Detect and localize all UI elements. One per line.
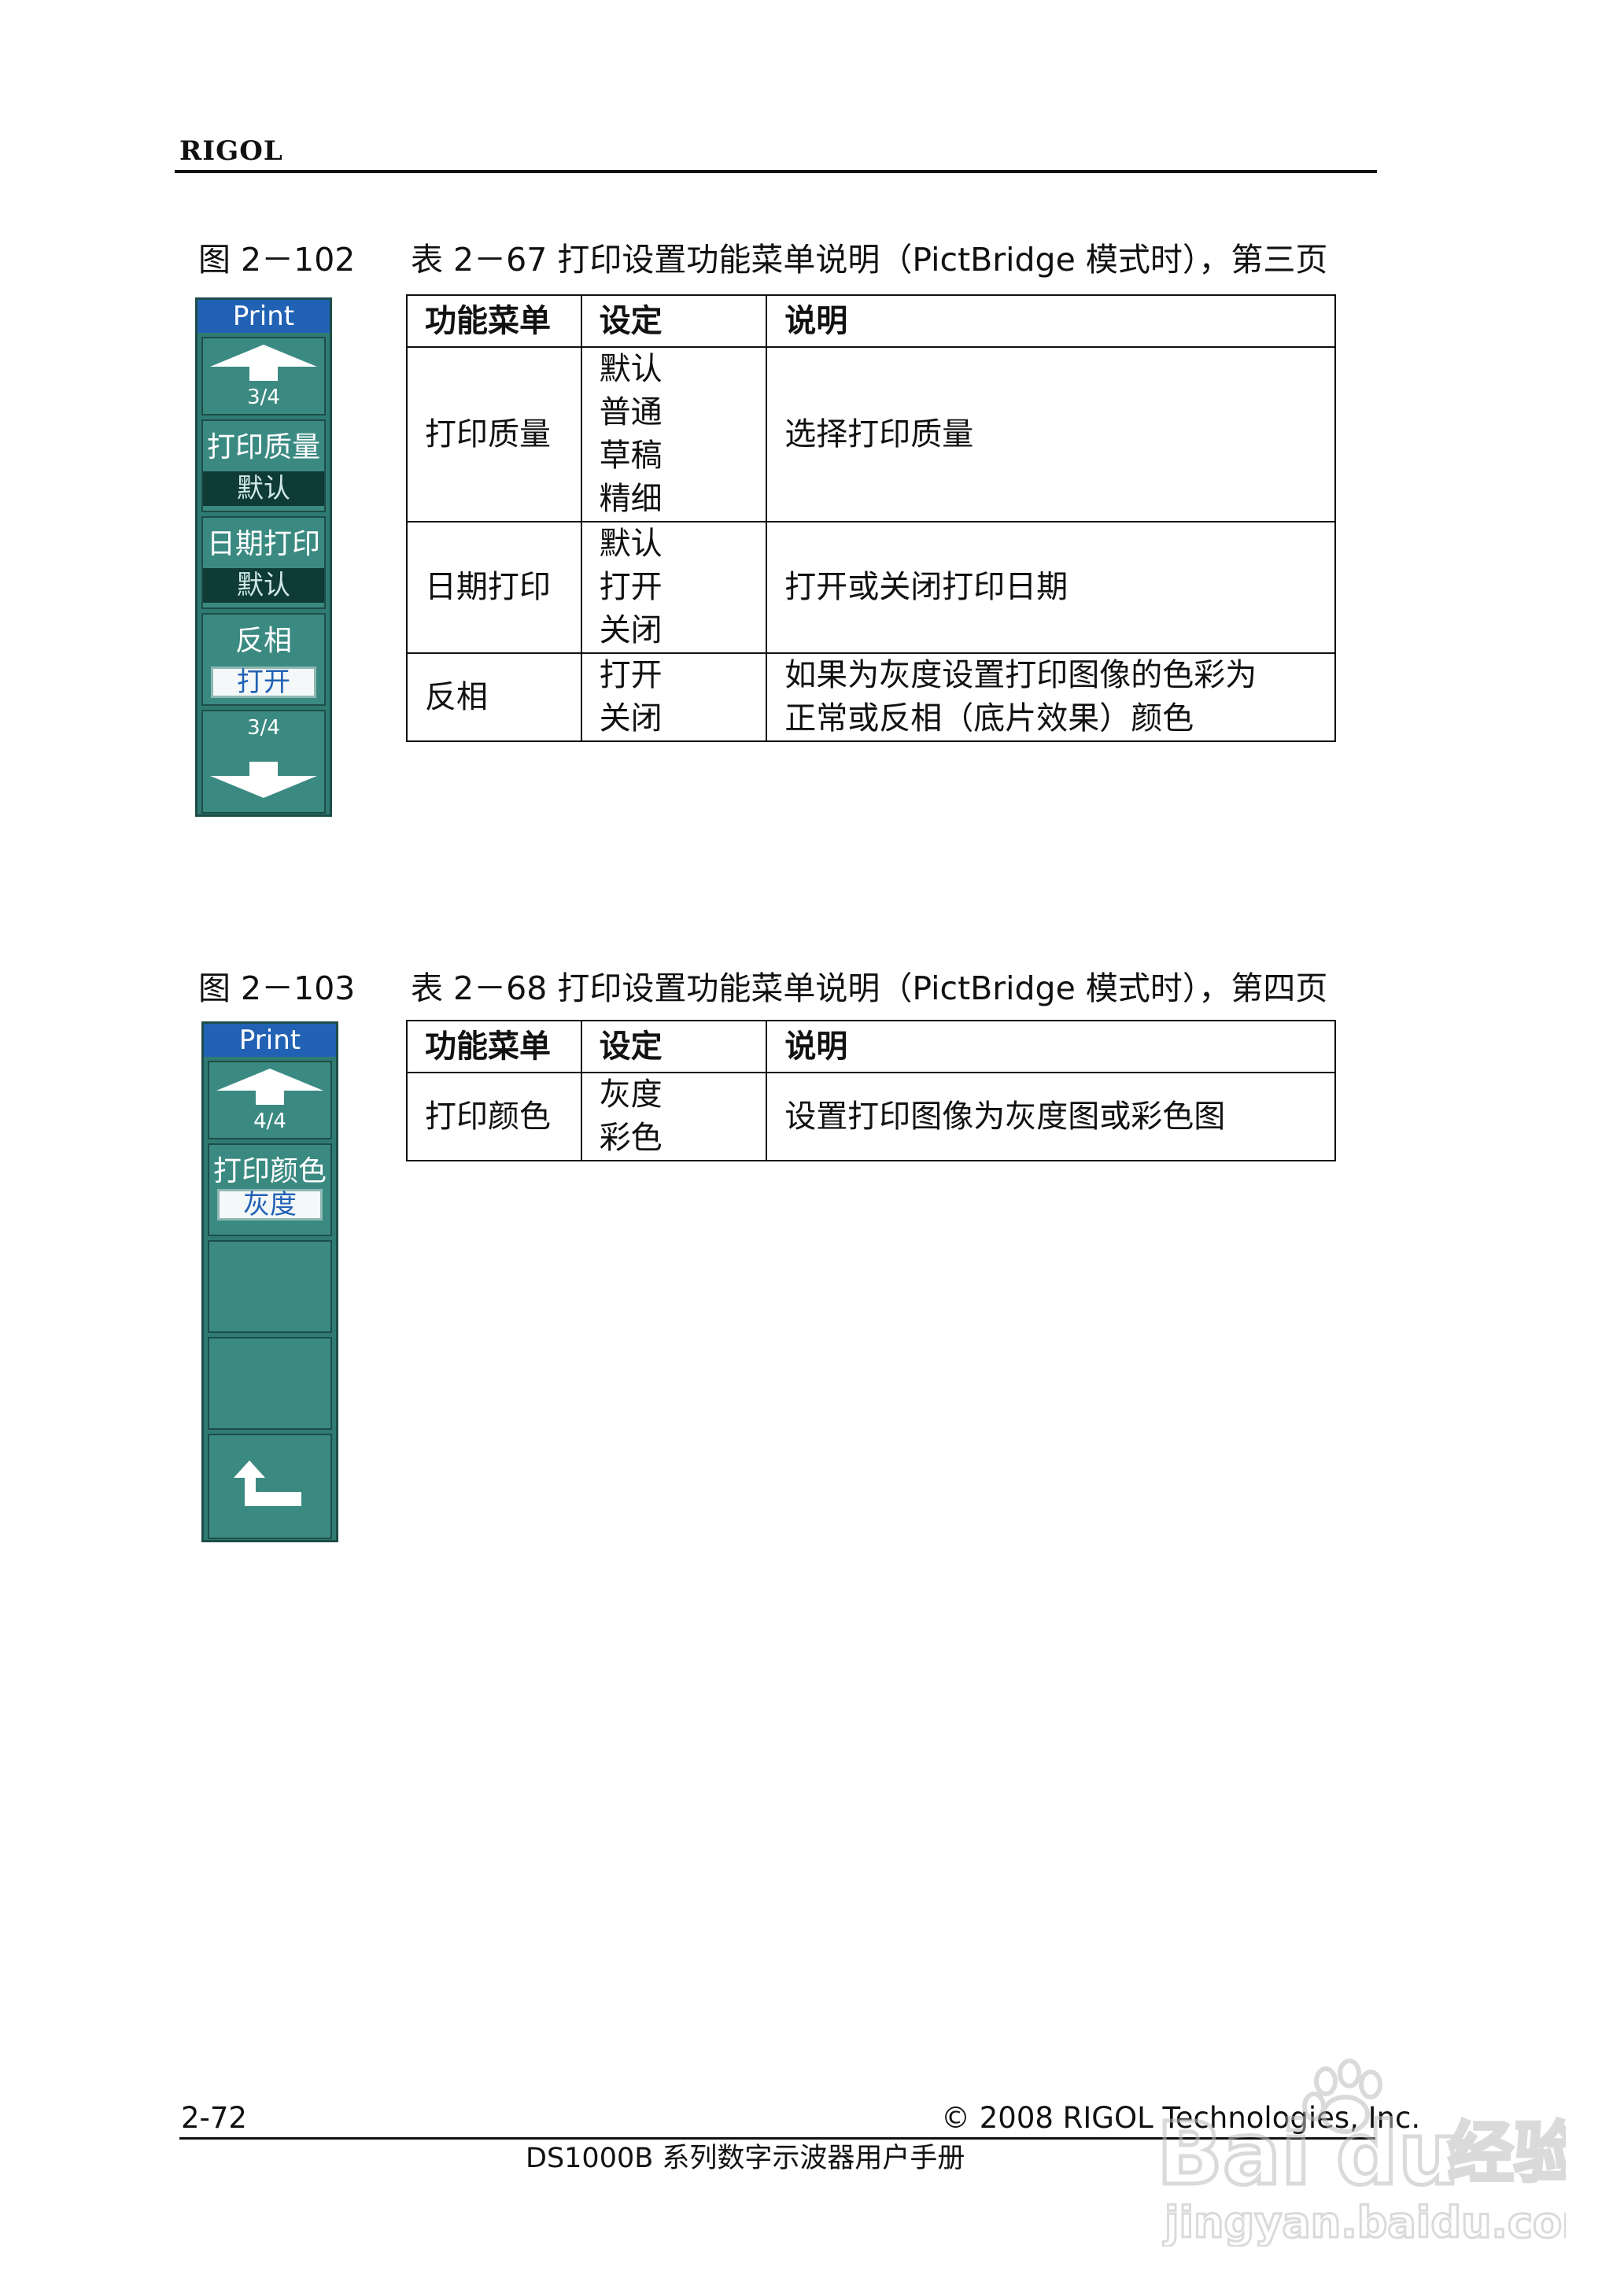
print-menu-page-4: Print 4/4 打印颜色 灰度 [201, 1021, 338, 1542]
svg-text:du: du [1336, 2103, 1460, 2204]
setting-option: 关闭 [599, 700, 663, 737]
setting-option: 关闭 [599, 612, 663, 648]
arrow-up-icon [203, 343, 324, 382]
page-up-button[interactable]: 3/4 [201, 337, 326, 415]
cell-settings: 打开 关闭 [580, 652, 768, 742]
description-line: 选择打印质量 [784, 415, 974, 452]
menu-title: Print [197, 300, 330, 333]
menu-item-print-color[interactable]: 打印颜色 灰度 [208, 1143, 332, 1236]
menu-item-label: 反相 [234, 625, 292, 657]
setting-option: 打开 [599, 657, 663, 693]
header-rule [175, 170, 1377, 173]
setting-option: 彩色 [599, 1120, 663, 1156]
table-row: 打印质量 默认 普通 草稿 精细 选择打印质量 [406, 346, 1336, 522]
figure-caption-103: 图 2－103 [198, 969, 356, 1007]
page-indicator-top: 3/4 [247, 386, 280, 409]
description-line: 正常或反相（底片效果）颜色 [784, 700, 1194, 737]
header-menu: 功能菜单 [406, 1020, 582, 1073]
setting-option: 灰度 [599, 1076, 663, 1113]
svg-text:经验: 经验 [1448, 2114, 1566, 2191]
cell-menu: 日期打印 [406, 521, 582, 654]
header-menu: 功能菜单 [406, 294, 582, 348]
manual-title: DS1000B 系列数字示波器用户手册 [526, 2143, 965, 2174]
table-header-row: 功能菜单 设定 说明 [406, 294, 1336, 348]
cell-description: 如果为灰度设置打印图像的色彩为 正常或反相（底片效果）颜色 [766, 652, 1336, 742]
table-row: 打印颜色 灰度 彩色 设置打印图像为灰度图或彩色图 [406, 1072, 1336, 1161]
header-setting: 设定 [580, 1020, 768, 1073]
description-line: 设置打印图像为灰度图或彩色图 [784, 1098, 1226, 1135]
menu-item-empty [208, 1240, 332, 1333]
svg-text:Bai: Bai [1157, 2103, 1311, 2204]
cell-menu: 打印颜色 [406, 1072, 582, 1161]
menu-item-invert[interactable]: 反相 打开 [201, 613, 326, 706]
setting-option: 普通 [599, 394, 663, 430]
table-caption-68: 表 2－68 打印设置功能菜单说明（PictBridge 模式时），第四页 [411, 969, 1328, 1007]
menu-item-label: 日期打印 [206, 528, 320, 560]
page-down-button[interactable]: 3/4 [201, 710, 326, 814]
table-2-67: 功能菜单 设定 说明 打印质量 默认 普通 草稿 精细 选择打印质量 日期打印 … [406, 294, 1336, 742]
return-arrow-icon [209, 1457, 330, 1512]
menu-item-print-quality[interactable]: 打印质量 默认 [201, 419, 326, 512]
svg-text:jingyan.baidu.com: jingyan.baidu.com [1163, 2198, 1566, 2247]
back-button[interactable] [208, 1434, 332, 1539]
page-indicator-top: 4/4 [253, 1110, 286, 1133]
cell-menu: 打印质量 [406, 346, 582, 522]
cell-description: 选择打印质量 [766, 346, 1336, 522]
setting-option: 默认 [599, 526, 663, 562]
menu-item-empty [208, 1337, 332, 1430]
cell-description: 设置打印图像为灰度图或彩色图 [766, 1072, 1336, 1161]
description-line: 打开或关闭打印日期 [784, 569, 1069, 605]
print-menu-page-3: Print 3/4 打印质量 默认 日期打印 默认 反相 打开 3/4 [195, 297, 332, 817]
brand-logo-text: RIGOL [179, 135, 283, 167]
cell-description: 打开或关闭打印日期 [766, 521, 1336, 654]
table-header-row: 功能菜单 设定 说明 [406, 1020, 1336, 1073]
baidu-watermark-logo: Bai du 经验 jingyan.baidu.com [1155, 2058, 1607, 2250]
table-row: 日期打印 默认 打开 关闭 打开或关闭打印日期 [406, 521, 1336, 654]
description-line: 如果为灰度设置打印图像的色彩为 [784, 657, 1257, 693]
figure-caption-102: 图 2－102 [198, 241, 356, 279]
cell-settings: 默认 打开 关闭 [580, 521, 768, 654]
header-description: 说明 [766, 1020, 1336, 1073]
menu-item-date-print[interactable]: 日期打印 默认 [201, 516, 326, 609]
menu-title: Print [204, 1024, 336, 1057]
menu-item-value: 默认 [203, 471, 324, 506]
setting-option: 默认 [599, 351, 663, 387]
menu-item-value: 灰度 [217, 1189, 323, 1220]
cell-settings: 默认 普通 草稿 精细 [580, 346, 768, 522]
setting-option: 打开 [599, 569, 663, 605]
menu-item-label: 打印颜色 [212, 1155, 327, 1187]
page-number: 2-72 [181, 2101, 247, 2135]
arrow-down-icon [203, 760, 324, 799]
table-2-68: 功能菜单 设定 说明 打印颜色 灰度 彩色 设置打印图像为灰度图或彩色图 [406, 1020, 1336, 1161]
header-description: 说明 [766, 294, 1336, 348]
arrow-up-icon [209, 1067, 330, 1106]
cell-menu: 反相 [406, 652, 582, 742]
setting-option: 草稿 [599, 438, 663, 474]
menu-item-value: 打开 [211, 666, 316, 698]
menu-item-label: 打印质量 [206, 431, 320, 463]
table-caption-67: 表 2－67 打印设置功能菜单说明（PictBridge 模式时），第三页 [411, 241, 1328, 279]
page-up-button[interactable]: 4/4 [208, 1061, 332, 1139]
cell-settings: 灰度 彩色 [580, 1072, 768, 1161]
table-row: 反相 打开 关闭 如果为灰度设置打印图像的色彩为 正常或反相（底片效果）颜色 [406, 652, 1336, 742]
setting-option: 精细 [599, 481, 663, 517]
menu-item-value: 默认 [203, 568, 324, 603]
header-setting: 设定 [580, 294, 768, 348]
page-indicator-bottom: 3/4 [247, 716, 280, 740]
